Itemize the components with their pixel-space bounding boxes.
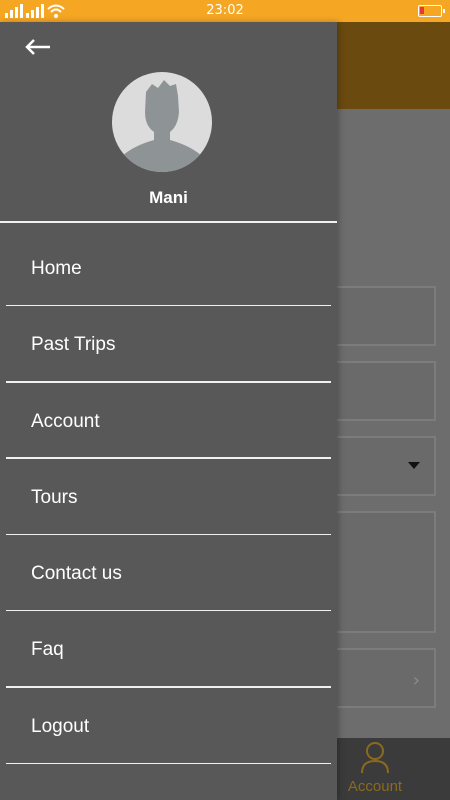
background-account-tab: Account	[340, 738, 410, 800]
menu-item-faq[interactable]: Faq	[0, 611, 337, 688]
menu-item-label: Contact us	[31, 563, 122, 585]
user-silhouette-icon	[116, 80, 208, 172]
menu-item-logout[interactable]: Logout	[0, 688, 337, 765]
battery-level	[420, 7, 424, 14]
menu-item-label: Home	[31, 258, 82, 279]
background-list-field: ›	[330, 648, 436, 708]
avatar[interactable]	[112, 72, 212, 172]
menu-item-label: Faq	[31, 639, 64, 661]
menu-item-account[interactable]: Account	[0, 383, 337, 459]
user-name: Mani	[149, 188, 188, 207]
status-bar: 23:02	[0, 0, 450, 22]
background-account-label: Account	[347, 778, 403, 795]
divider	[6, 762, 331, 765]
menu-item-home[interactable]: Home	[0, 230, 337, 307]
menu-item-label: Past Trips	[31, 334, 116, 356]
menu-item-label: Logout	[31, 715, 90, 737]
menu-item-contact-us[interactable]: Contact us	[0, 535, 337, 612]
menu-item-past-trips[interactable]: Past Trips	[0, 306, 337, 383]
navigation-drawer: Mani Home Past Trips Account Tours Conta…	[0, 22, 337, 800]
arrow-left-icon[interactable]	[24, 36, 52, 58]
battery-icon	[418, 5, 445, 17]
drawer-menu: Home Past Trips Account Tours Contact us…	[0, 230, 337, 765]
background-textarea	[330, 511, 436, 633]
background-select-field	[330, 436, 436, 496]
dropdown-caret-icon	[408, 462, 420, 469]
menu-item-tours[interactable]: Tours	[0, 459, 337, 536]
divider	[0, 221, 337, 223]
status-time: 23:02	[206, 3, 244, 18]
background-input-field	[330, 361, 436, 421]
background-input-field	[330, 286, 436, 346]
user-icon	[361, 742, 389, 774]
chevron-right-icon: ›	[412, 670, 420, 691]
menu-item-label: Tours	[31, 486, 78, 508]
menu-item-label: Account	[31, 410, 100, 432]
